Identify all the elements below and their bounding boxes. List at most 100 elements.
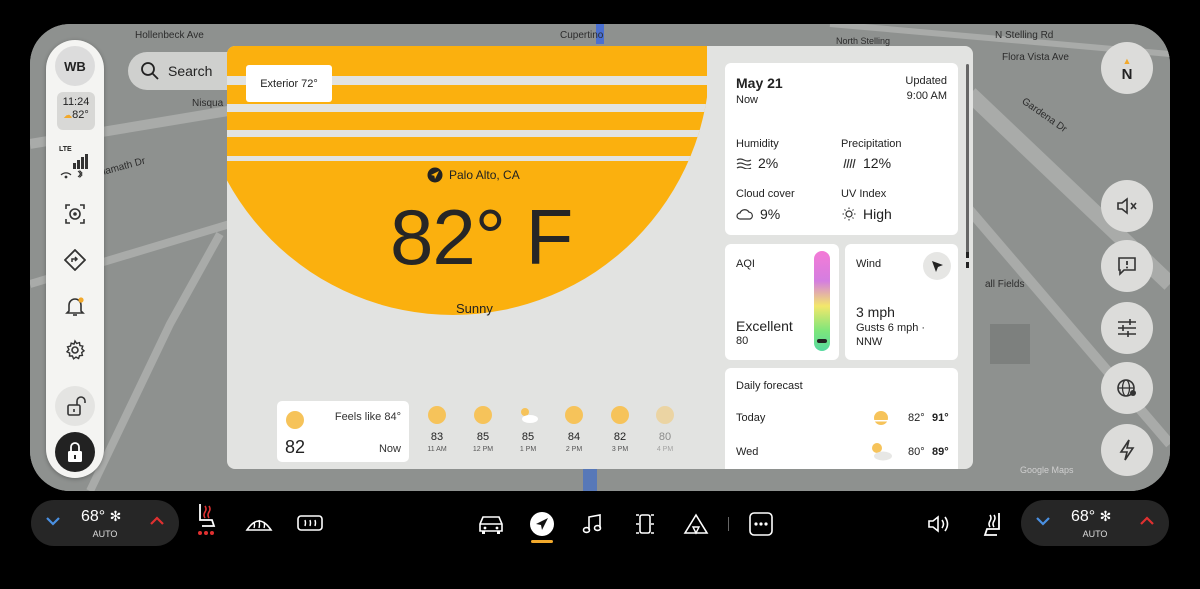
rear-defrost-button[interactable]	[296, 511, 324, 537]
humidity-value: 2%	[758, 155, 779, 171]
precipitation: 12%	[841, 155, 891, 171]
aqi-card[interactable]: AQI Excellent 80	[725, 244, 839, 360]
more-apps-button[interactable]	[747, 511, 775, 537]
current-temperature: 82° F	[390, 193, 573, 281]
hourly-time: 11 AM	[427, 446, 447, 453]
compass-label: N	[1121, 66, 1133, 83]
car-icon	[479, 516, 503, 534]
left-rail: WB 11:24 ☁82° LTE	[46, 40, 104, 478]
now-card[interactable]: Feels like 84° 82 Now	[277, 401, 409, 462]
hourly-item[interactable]: 85 12 PM	[463, 406, 503, 453]
front-defrost-button[interactable]	[245, 511, 273, 537]
hourly-temp: 85	[521, 431, 535, 443]
hourly-item[interactable]: 85 1 PM	[508, 406, 548, 453]
charging-button[interactable]	[1101, 424, 1153, 476]
clock-weather-temp: 82°	[72, 109, 89, 121]
climate-left-temp-value: 68°	[81, 508, 106, 525]
network-label: LTE	[59, 146, 72, 153]
daily-row[interactable]: Wed 80° 89°	[725, 438, 958, 466]
bottom-dock: 68° ✻ AUTO 68° ✻ AUTO	[0, 491, 1200, 589]
hourly-time: 1 PM	[519, 446, 537, 453]
hourly-item[interactable]: 82 3 PM	[600, 406, 640, 453]
message-alert-icon	[1118, 257, 1136, 276]
cloud-cover: 9%	[736, 206, 780, 222]
temp-down-button[interactable]	[1035, 515, 1051, 527]
hourly-temp: 80	[658, 431, 672, 443]
hourly-item[interactable]: 83 11 AM	[417, 406, 457, 453]
sun-outline-icon	[842, 207, 856, 221]
humidity-waves-icon	[736, 158, 752, 169]
cloud-value: 9%	[760, 206, 781, 222]
navigation-diamond-icon	[64, 249, 86, 271]
daily-row[interactable]: Today 82° 91°	[725, 404, 958, 432]
sensors-icon	[636, 514, 654, 534]
signal-status: LTE	[59, 146, 91, 182]
rain-icon	[843, 158, 856, 169]
climate-right-mode: AUTO	[1082, 529, 1108, 539]
dock-divider	[728, 517, 729, 531]
unlock-button[interactable]	[55, 386, 95, 426]
wind-direction-arrow-icon	[932, 261, 943, 272]
lock-button[interactable]	[55, 432, 95, 472]
clock-weather: ☁82°	[57, 109, 95, 122]
rear-defrost-icon	[297, 515, 323, 531]
vehicle-sensors-button[interactable]	[631, 511, 659, 537]
screen: Hollenbeck Ave Cupertino North Stelling …	[30, 24, 1170, 491]
location-name: Palo Alto, CA	[449, 168, 520, 182]
climate-right-temp[interactable]: 68° ✻	[1071, 508, 1111, 526]
climate-left-temp[interactable]: 68° ✻	[81, 508, 121, 526]
navigation-button[interactable]	[55, 240, 95, 280]
map-street-label: Cupertino	[560, 30, 604, 41]
aqi-label: AQI	[736, 258, 755, 270]
daily-low: 80°	[908, 446, 925, 458]
temp-down-button[interactable]	[45, 515, 61, 527]
feedback-button[interactable]	[1101, 240, 1153, 292]
forecast-date-sub: Now	[736, 94, 759, 106]
temp-up-button[interactable]	[1139, 515, 1155, 527]
wind-card[interactable]: Wind 3 mph Gusts 6 mph · NNW	[845, 244, 958, 360]
camp-mode-button[interactable]	[682, 511, 710, 537]
location-label: Palo Alto, CA	[427, 167, 520, 183]
seat-heat-right-button[interactable]	[978, 511, 1006, 537]
sun-icon	[611, 406, 629, 424]
temp-up-button[interactable]	[149, 515, 165, 527]
sun-icon	[286, 411, 304, 429]
updated-label: Updated	[905, 75, 947, 87]
uv-label: UV Index	[841, 188, 887, 200]
map-layers-button[interactable]	[1101, 362, 1153, 414]
updated-time: 9:00 AM	[906, 90, 947, 102]
mute-button[interactable]	[1101, 180, 1153, 232]
camera-button[interactable]	[55, 194, 95, 234]
precip-value: 12%	[863, 155, 892, 171]
more-dots-icon	[749, 512, 773, 536]
clock-widget[interactable]: 11:24 ☁82°	[57, 92, 95, 130]
speaker-icon	[928, 515, 949, 533]
climate-left-mode: AUTO	[92, 529, 118, 539]
hourly-item[interactable]: 84 2 PM	[554, 406, 594, 453]
now-temp: 82	[285, 437, 306, 457]
media-button[interactable]	[578, 511, 606, 537]
vehicle-button[interactable]	[477, 511, 505, 537]
hourly-temp: 82	[613, 431, 627, 443]
aqi-value: 80	[736, 335, 749, 347]
map-street-label: N Stelling Rd	[995, 30, 1054, 41]
hourly-item[interactable]: 80 4 PM	[645, 406, 685, 453]
search-icon	[141, 62, 159, 80]
partly-cloudy-icon	[872, 443, 892, 461]
lightning-icon	[1119, 439, 1135, 461]
front-defrost-icon	[245, 519, 273, 531]
tent-icon	[683, 513, 709, 535]
map-street-label: Nisqua	[192, 98, 224, 109]
volume-button[interactable]	[925, 511, 953, 537]
aqi-marker	[817, 339, 827, 343]
notifications-button[interactable]	[55, 286, 95, 326]
controls-button[interactable]	[1101, 302, 1153, 354]
settings-button[interactable]	[55, 330, 95, 370]
active-tab-indicator	[531, 540, 553, 543]
seat-heat-left-button[interactable]	[193, 504, 221, 535]
climate-left: 68° ✻ AUTO	[31, 500, 179, 546]
scrollbar[interactable]	[966, 64, 969, 254]
avatar[interactable]: WB	[55, 46, 95, 86]
navigation-tab[interactable]	[528, 511, 556, 537]
compass-button[interactable]: ▲ N	[1101, 42, 1153, 94]
